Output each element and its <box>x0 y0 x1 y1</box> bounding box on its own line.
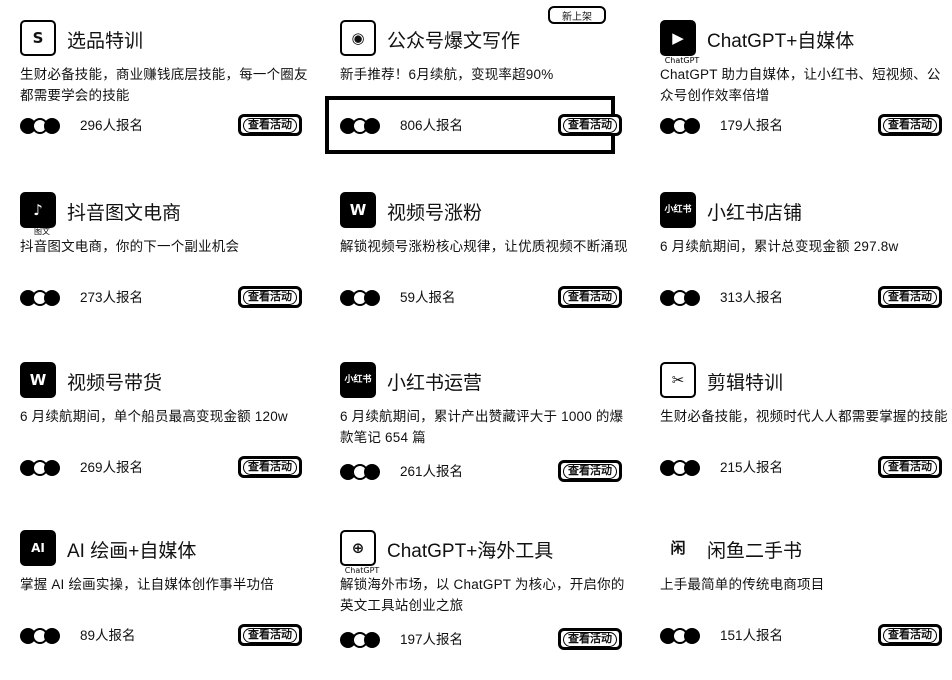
course-desc: 抖音图文电商，你的下一个副业机会 <box>20 239 240 254</box>
course-title: 小红书店铺 <box>707 203 803 224</box>
signup-count: 151人报名 <box>720 628 784 643</box>
view-activity-button[interactable]: 查看活动 <box>558 286 622 308</box>
view-activity-button[interactable]: 查看活动 <box>238 456 302 478</box>
course-card[interactable]: ▶ ChatGPT ChatGPT+自媒体 ChatGPT 助力自媒体，让小红书、… <box>660 20 952 170</box>
view-activity-button[interactable]: 查看活动 <box>558 628 622 650</box>
course-title: 公众号爆文写作 <box>387 31 521 52</box>
avatar-group <box>20 458 66 478</box>
course-desc: 解锁视频号涨粉核心规律，让优质视频不断涌现 <box>340 239 628 254</box>
course-desc: 新手推荐！6月续航，变现率超90% <box>340 67 554 82</box>
course-desc: 6 月续航期间，单个船员最高变现金额 120w <box>20 409 288 424</box>
course-card[interactable]: W 视频号涨粉 解锁视频号涨粉核心规律，让优质视频不断涌现 59人报名 查看活动 <box>340 192 640 342</box>
course-desc: 解锁海外市场，以 ChatGPT 为核心，开启你的英文工具站创业之旅 <box>340 577 625 613</box>
signup-count: 197人报名 <box>400 632 464 647</box>
course-grid: 新上架 S 选品特训 生财必备技能，商业赚钱底层技能，每一个圈友都需要学会的技能… <box>0 0 952 672</box>
course-title: ChatGPT+海外工具 <box>387 541 554 562</box>
avatar <box>364 464 380 480</box>
course-title: AI 绘画+自媒体 <box>67 541 197 562</box>
avatar-group <box>340 116 386 136</box>
shopping-bag-icon: S <box>20 20 56 56</box>
avatar-group <box>340 288 386 308</box>
avatar-group <box>20 116 66 136</box>
view-activity-button[interactable]: 查看活动 <box>558 460 622 482</box>
signup-count: 313人报名 <box>720 290 784 305</box>
course-title: ChatGPT+自媒体 <box>707 31 855 52</box>
course-desc: 上手最简单的传统电商项目 <box>660 577 825 592</box>
course-card[interactable]: ⊕ ChatGPT ChatGPT+海外工具 解锁海外市场，以 ChatGPT 为… <box>340 530 640 680</box>
course-desc: ChatGPT 助力自媒体，让小红书、短视频、公众号创作效率倍增 <box>660 67 941 103</box>
view-activity-button[interactable]: 查看活动 <box>878 456 942 478</box>
channels-icon: W <box>20 362 56 398</box>
course-title: 抖音图文电商 <box>67 203 182 224</box>
channels-icon: W <box>340 192 376 228</box>
avatar <box>44 290 60 306</box>
course-card[interactable]: 小红书 小红书运营 6 月续航期间，累计产出赞藏评大于 1000 的爆款笔记 6… <box>340 362 640 512</box>
course-card[interactable]: ♪ 图文 抖音图文电商 抖音图文电商，你的下一个副业机会 273人报名 查看活动 <box>20 192 320 342</box>
signup-count: 806人报名 <box>400 118 464 133</box>
course-card[interactable]: 闲 闲鱼二手书 上手最简单的传统电商项目 151人报名 查看活动 <box>660 530 952 680</box>
signup-count: 179人报名 <box>720 118 784 133</box>
signup-count: 89人报名 <box>80 628 136 643</box>
signup-count: 269人报名 <box>80 460 144 475</box>
view-activity-button[interactable]: 查看活动 <box>878 114 942 136</box>
course-desc: 6 月续航期间，累计总变现金额 297.8w <box>660 239 899 254</box>
course-title: 视频号涨粉 <box>387 203 483 224</box>
course-title: 选品特训 <box>67 31 144 52</box>
avatar-group <box>20 626 66 646</box>
signup-count: 273人报名 <box>80 290 144 305</box>
view-activity-button[interactable]: 查看活动 <box>878 624 942 646</box>
avatar-group <box>340 630 386 650</box>
avatar <box>364 632 380 648</box>
avatar-group <box>340 462 386 482</box>
globe-icon: ⊕ ChatGPT <box>340 530 379 575</box>
signup-count: 59人报名 <box>400 290 456 305</box>
course-card[interactable]: ◉ 公众号爆文写作 新手推荐！6月续航，变现率超90% 806人报名 查看活动 <box>340 20 640 170</box>
course-desc: 生财必备技能，视频时代人人都需要掌握的技能 <box>660 409 948 424</box>
chatgpt-video-icon: ▶ ChatGPT <box>660 20 699 65</box>
avatar <box>364 118 380 134</box>
avatar <box>684 460 700 476</box>
course-card[interactable]: AI AI 绘画+自媒体 掌握 AI 绘画实操，让自媒体创作事半功倍 89人报名… <box>20 530 320 680</box>
avatar-group <box>660 626 706 646</box>
scissors-icon: ✂ <box>660 362 696 398</box>
signup-count: 296人报名 <box>80 118 144 133</box>
book-icon: 闲 <box>660 530 696 566</box>
signup-count: 215人报名 <box>720 460 784 475</box>
avatar <box>44 460 60 476</box>
view-activity-button[interactable]: 查看活动 <box>238 286 302 308</box>
avatar <box>684 290 700 306</box>
douyin-icon: ♪ 图文 <box>20 192 56 236</box>
course-desc: 生财必备技能，商业赚钱底层技能，每一个圈友都需要学会的技能 <box>20 67 308 103</box>
course-card[interactable]: ✂ 剪辑特训 生财必备技能，视频时代人人都需要掌握的技能 215人报名 查看活动 <box>660 362 952 512</box>
view-activity-button[interactable]: 查看活动 <box>558 114 622 136</box>
course-card[interactable]: W 视频号带货 6 月续航期间，单个船员最高变现金额 120w 269人报名 查… <box>20 362 320 512</box>
avatar <box>684 628 700 644</box>
avatar <box>44 118 60 134</box>
avatar <box>364 290 380 306</box>
course-title: 视频号带货 <box>67 373 163 394</box>
signup-count: 261人报名 <box>400 464 464 479</box>
avatar-group <box>660 458 706 478</box>
avatar <box>44 628 60 644</box>
avatar-group <box>660 116 706 136</box>
ai-brush-icon: AI <box>20 530 56 566</box>
wechat-spiral-icon: ◉ <box>340 20 376 56</box>
view-activity-button[interactable]: 查看活动 <box>878 286 942 308</box>
view-activity-button[interactable]: 查看活动 <box>238 624 302 646</box>
avatar-group <box>660 288 706 308</box>
avatar-group <box>20 288 66 308</box>
course-desc: 6 月续航期间，累计产出赞藏评大于 1000 的爆款笔记 654 篇 <box>340 409 624 445</box>
xiaohongshu-icon: 小红书 <box>660 192 696 228</box>
xiaohongshu-icon: 小红书 <box>340 362 376 398</box>
course-desc: 掌握 AI 绘画实操，让自媒体创作事半功倍 <box>20 577 274 592</box>
view-activity-button[interactable]: 查看活动 <box>238 114 302 136</box>
course-card[interactable]: 小红书 小红书店铺 6 月续航期间，累计总变现金额 297.8w 313人报名 … <box>660 192 952 342</box>
course-title: 剪辑特训 <box>707 373 784 394</box>
course-title: 闲鱼二手书 <box>707 541 803 562</box>
course-card[interactable]: S 选品特训 生财必备技能，商业赚钱底层技能，每一个圈友都需要学会的技能 296… <box>20 20 320 170</box>
avatar <box>684 118 700 134</box>
course-title: 小红书运营 <box>387 373 483 394</box>
